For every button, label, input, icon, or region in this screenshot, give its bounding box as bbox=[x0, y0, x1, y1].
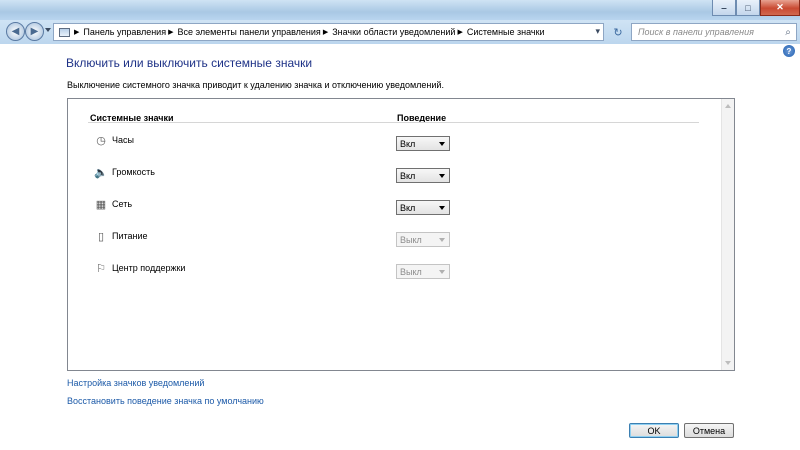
breadcrumb-chevron-icon[interactable]: ▶ bbox=[168, 28, 173, 36]
item-label: Сеть bbox=[112, 199, 133, 209]
scroll-up-icon[interactable] bbox=[725, 104, 731, 108]
search-box[interactable]: Поиск в панели управления ⌕ bbox=[631, 23, 797, 41]
behavior-dropdown: Выкл bbox=[396, 232, 450, 247]
address-dropdown-icon[interactable]: ▾ bbox=[595, 26, 600, 37]
dropdown-arrow-icon bbox=[439, 206, 445, 210]
dropdown-arrow-icon bbox=[439, 270, 445, 274]
help-icon[interactable]: ? bbox=[783, 45, 795, 57]
forward-arrow-icon: ▶ bbox=[30, 26, 39, 37]
close-icon: ✕ bbox=[776, 2, 784, 12]
close-button[interactable]: ✕ bbox=[760, 0, 800, 16]
maximize-icon: □ bbox=[745, 2, 751, 13]
behavior-dropdown[interactable]: Вкл bbox=[396, 168, 450, 183]
back-button[interactable]: ◀ bbox=[6, 22, 25, 41]
navigation-bar: ◀ ▶ ▶ Панель управления ▶ Все элементы п… bbox=[0, 20, 800, 44]
behavior-dropdown[interactable]: Вкл bbox=[396, 200, 450, 215]
ok-button[interactable]: OK bbox=[629, 423, 679, 438]
breadcrumb-chevron-icon[interactable]: ▶ bbox=[457, 28, 462, 36]
dropdown-value: Выкл bbox=[400, 235, 422, 245]
dropdown-value: Вкл bbox=[400, 171, 416, 181]
volume-icon: 🔈 bbox=[94, 166, 108, 179]
maximize-button[interactable]: □ bbox=[736, 0, 760, 16]
breadcrumb-label: Системные значки bbox=[466, 27, 545, 37]
item-label: Питание bbox=[112, 231, 148, 241]
search-icon[interactable]: ⌕ bbox=[780, 27, 796, 38]
search-input[interactable]: Поиск в панели управления bbox=[632, 27, 780, 37]
dropdown-arrow-icon bbox=[439, 174, 445, 178]
dropdown-arrow-icon bbox=[439, 238, 445, 242]
list-item: ◷ Часы Вкл bbox=[68, 133, 708, 153]
address-bar[interactable]: ▶ Панель управления ▶ Все элементы панел… bbox=[53, 23, 604, 41]
action-center-flag-icon: ⚐ bbox=[96, 262, 106, 275]
refresh-button[interactable]: ↻ bbox=[608, 23, 628, 41]
power-icon: ▯ bbox=[97, 230, 105, 243]
page-title: Включить или выключить системные значки bbox=[66, 56, 313, 70]
restore-default-behavior-link[interactable]: Восстановить поведение значка по умолчан… bbox=[67, 396, 264, 406]
window-controls: ‒ □ ✕ bbox=[712, 0, 800, 16]
scroll-down-icon[interactable] bbox=[725, 361, 731, 365]
vertical-scrollbar[interactable] bbox=[721, 99, 734, 370]
breadcrumb-item[interactable]: Системные значки bbox=[467, 27, 545, 37]
item-label: Часы bbox=[112, 135, 134, 145]
list-item: ▦ Сеть Вкл bbox=[68, 197, 708, 217]
list-item: 🔈 Громкость Вкл bbox=[68, 165, 708, 185]
behavior-dropdown[interactable]: Вкл bbox=[396, 136, 450, 151]
breadcrumb-label: Все элементы панели управления bbox=[177, 27, 321, 37]
customize-notification-icons-link[interactable]: Настройка значков уведомлений bbox=[67, 378, 204, 388]
breadcrumb-item[interactable]: Панель управления ▶ bbox=[83, 27, 177, 37]
control-panel-icon bbox=[59, 27, 70, 37]
system-icons-list: Системные значки Поведение ◷ Часы Вкл 🔈 … bbox=[67, 98, 735, 371]
cancel-button[interactable]: Отмена bbox=[684, 423, 734, 438]
dropdown-value: Выкл bbox=[400, 267, 422, 277]
list-item: ▯ Питание Выкл bbox=[68, 229, 708, 249]
recent-pages-dropdown[interactable] bbox=[45, 28, 51, 32]
behavior-dropdown: Выкл bbox=[396, 264, 450, 279]
forward-button[interactable]: ▶ bbox=[25, 22, 44, 41]
page-description: Выключение системного значка приводит к … bbox=[67, 80, 444, 90]
breadcrumb-chevron-icon[interactable]: ▶ bbox=[323, 28, 328, 36]
breadcrumb-label: Панель управления bbox=[83, 27, 167, 37]
clock-icon: ◷ bbox=[96, 134, 106, 147]
back-arrow-icon: ◀ bbox=[11, 26, 20, 37]
network-icon: ▦ bbox=[95, 198, 107, 211]
item-label: Центр поддержки bbox=[112, 263, 186, 273]
minimize-icon: ‒ bbox=[721, 2, 727, 13]
dropdown-arrow-icon bbox=[439, 142, 445, 146]
minimize-button[interactable]: ‒ bbox=[712, 0, 736, 16]
dropdown-value: Вкл bbox=[400, 203, 416, 213]
refresh-icon: ↻ bbox=[613, 26, 623, 39]
header-divider bbox=[88, 122, 699, 123]
item-label: Громкость bbox=[112, 167, 155, 177]
breadcrumb-label: Значки области уведомлений bbox=[332, 27, 456, 37]
title-bar: ‒ □ ✕ bbox=[0, 0, 800, 20]
breadcrumb-item[interactable]: Значки области уведомлений ▶ bbox=[332, 27, 467, 37]
dropdown-value: Вкл bbox=[400, 139, 416, 149]
list-item: ⚐ Центр поддержки Выкл bbox=[68, 261, 708, 281]
breadcrumb-chevron-icon[interactable]: ▶ bbox=[74, 28, 79, 36]
breadcrumb-item[interactable]: Все элементы панели управления ▶ bbox=[177, 27, 332, 37]
